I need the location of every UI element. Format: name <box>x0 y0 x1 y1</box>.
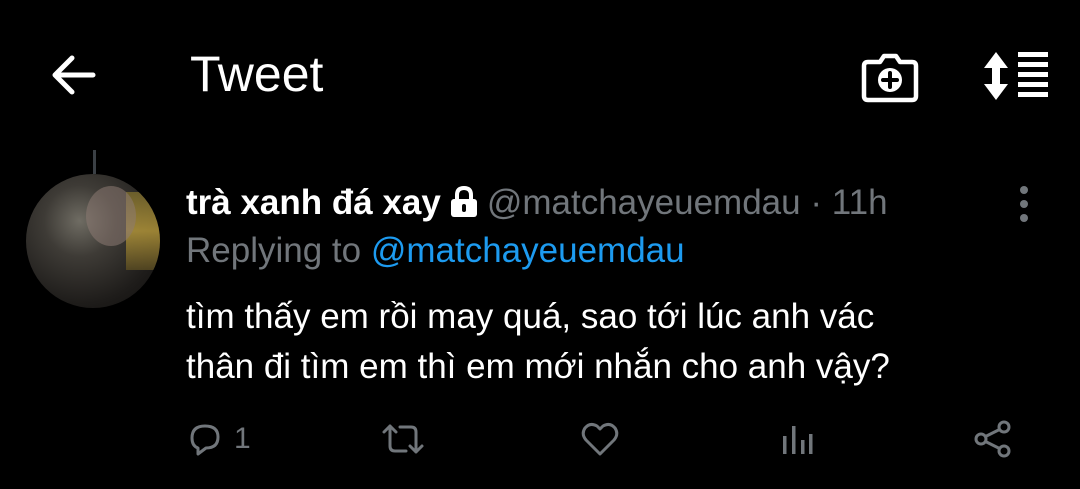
avatar[interactable] <box>26 174 160 308</box>
top-bar: Tweet <box>0 0 1080 150</box>
more-options-button[interactable] <box>1008 182 1040 226</box>
analytics-icon <box>783 426 813 454</box>
separator-dot: · <box>810 183 822 222</box>
replying-to-label: Replying to <box>186 231 362 270</box>
sort-button[interactable] <box>978 48 1050 104</box>
thread-connector-line <box>93 150 96 174</box>
tweet-text: tìm thấy em rồi may quá, sao tới lúc anh… <box>186 292 1046 392</box>
camera-add-icon <box>861 53 919 103</box>
timestamp[interactable]: 11h <box>832 183 888 222</box>
reply-icon <box>190 424 220 456</box>
tweet-header: trà xanh đá xay @matchayeuemdau · 11h <box>186 180 888 230</box>
replying-to-line: Replying to @matchayeuemdau <box>186 228 685 274</box>
share-button[interactable] <box>972 414 1014 464</box>
action-bar: 1 <box>0 414 1080 464</box>
analytics-button[interactable] <box>778 414 816 464</box>
heart-icon <box>581 422 619 456</box>
reply-button[interactable]: 1 <box>186 414 251 464</box>
tweet-text-line: tìm thấy em rồi may quá, sao tới lúc anh… <box>186 297 875 336</box>
user-handle[interactable]: @matchayeuemdau <box>487 183 801 222</box>
lock-icon <box>449 184 479 230</box>
display-name[interactable]: trà xanh đá xay <box>186 183 441 222</box>
retweet-button[interactable] <box>380 414 426 464</box>
back-button[interactable] <box>48 52 98 98</box>
share-icon <box>974 420 1011 458</box>
page-title: Tweet <box>190 46 324 102</box>
camera-button[interactable] <box>860 48 920 104</box>
replying-to-handle[interactable]: @matchayeuemdau <box>371 231 685 270</box>
sort-icon <box>984 52 1048 100</box>
like-button[interactable] <box>580 414 620 464</box>
back-arrow-icon <box>52 55 96 95</box>
avatar-face-detail <box>86 186 136 246</box>
more-vertical-icon <box>1020 186 1028 222</box>
reply-count: 1 <box>234 422 251 455</box>
tweet-text-line: thân đi tìm em thì em mới nhắn cho anh v… <box>186 347 890 386</box>
retweet-icon <box>382 424 424 454</box>
